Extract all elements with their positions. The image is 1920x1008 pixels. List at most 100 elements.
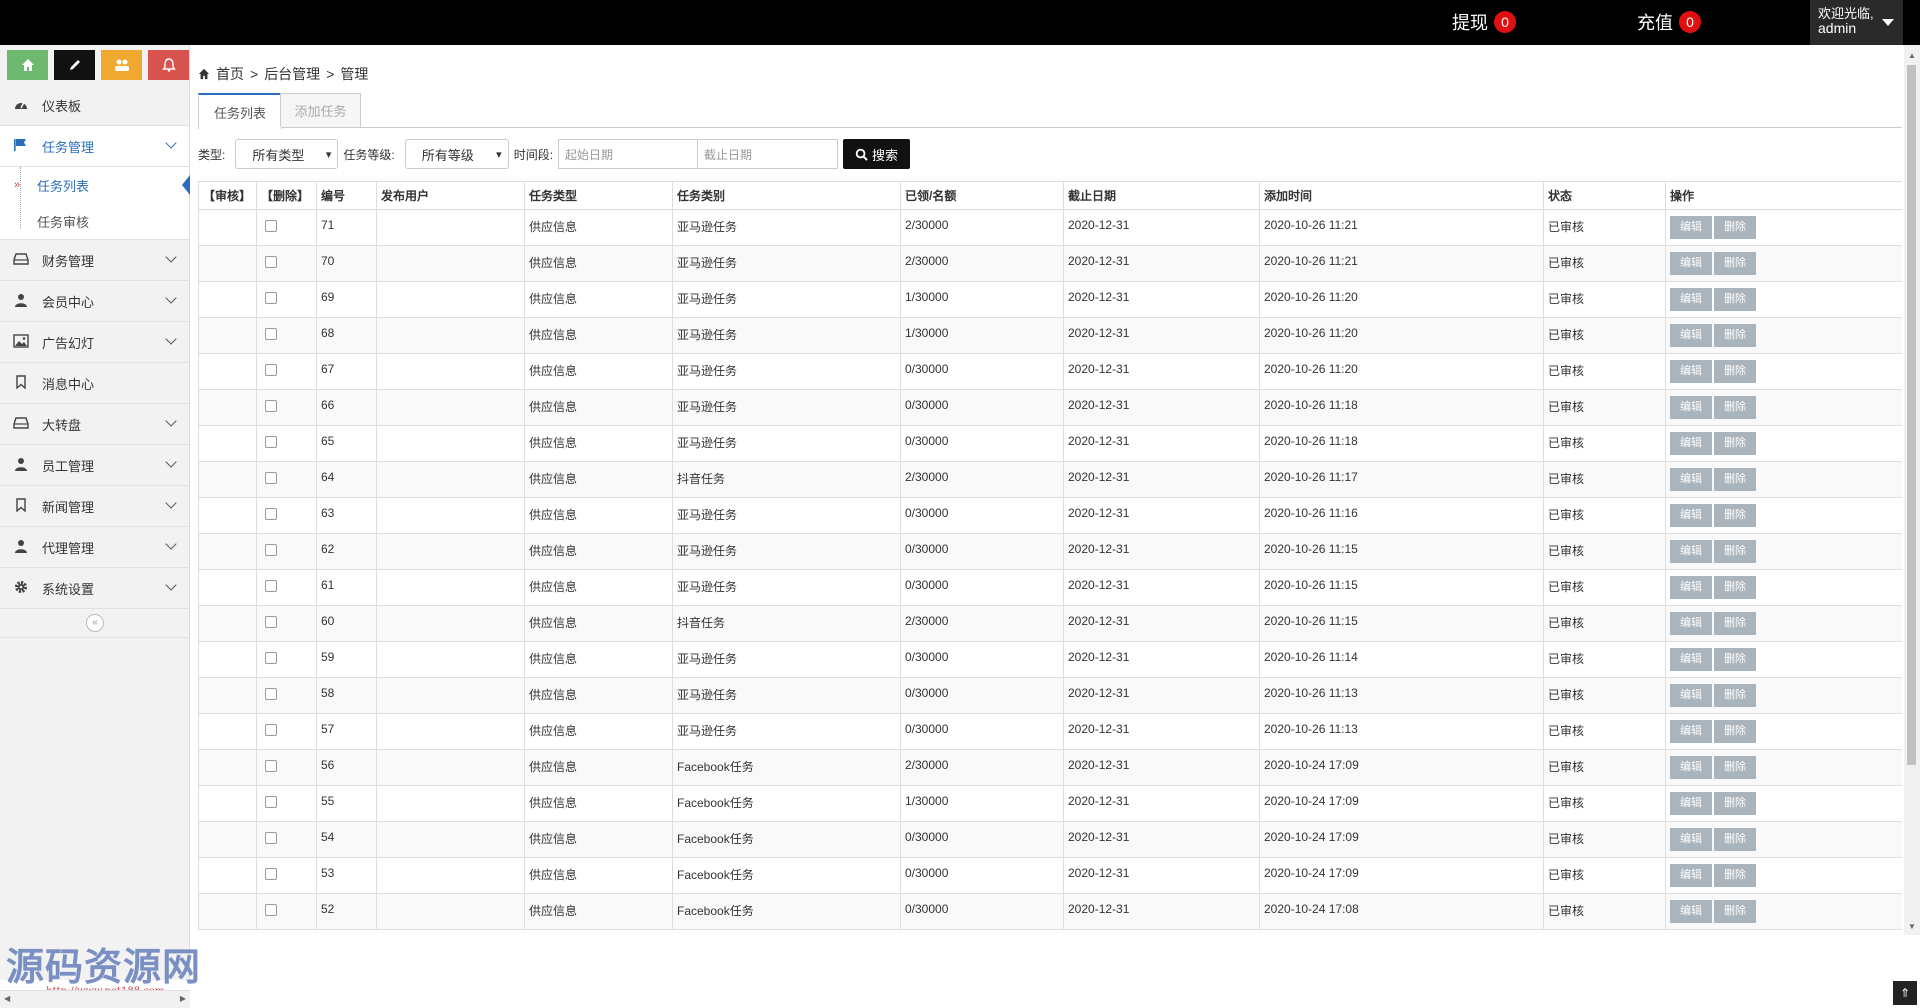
sidebar-item-agents[interactable]: 代理管理 xyxy=(0,527,189,568)
sidebar-item-task-management[interactable]: 任务管理 xyxy=(0,126,189,167)
table-cell: 已审核 xyxy=(1543,497,1666,534)
search-button[interactable]: 搜索 xyxy=(843,139,911,169)
group-icon[interactable] xyxy=(101,50,142,80)
delete-checkbox[interactable] xyxy=(265,760,277,772)
sidebar-item-finance[interactable]: 财务管理 xyxy=(0,240,189,281)
delete-button[interactable]: 删除 xyxy=(1714,396,1756,419)
edit-button[interactable]: 编辑 xyxy=(1670,540,1712,563)
home-icon[interactable] xyxy=(7,50,48,80)
delete-checkbox[interactable] xyxy=(265,832,277,844)
scroll-up-icon[interactable]: ▲ xyxy=(1908,51,1916,60)
delete-button[interactable]: 删除 xyxy=(1714,648,1756,671)
delete-checkbox[interactable] xyxy=(265,796,277,808)
delete-button[interactable]: 删除 xyxy=(1714,576,1756,599)
edit-button[interactable]: 编辑 xyxy=(1670,432,1712,455)
delete-checkbox[interactable] xyxy=(265,904,277,916)
edit-button[interactable]: 编辑 xyxy=(1670,252,1712,275)
delete-checkbox[interactable] xyxy=(265,364,277,376)
sidebar-item-members[interactable]: 会员中心 xyxy=(0,281,189,322)
delete-button[interactable]: 删除 xyxy=(1714,864,1756,887)
sidebar-item-dashboard[interactable]: 仪表板 xyxy=(0,85,189,126)
delete-checkbox[interactable] xyxy=(265,724,277,736)
end-date-input[interactable]: 截止日期 xyxy=(698,139,839,169)
bell-icon[interactable] xyxy=(148,50,189,80)
recharge-link[interactable]: 充值 0 xyxy=(1637,8,1701,36)
horizontal-scrollbar[interactable]: ◀ ▶ xyxy=(0,990,190,1008)
edit-button[interactable]: 编辑 xyxy=(1670,864,1712,887)
edit-button[interactable]: 编辑 xyxy=(1670,288,1712,311)
scrollbar-thumb[interactable] xyxy=(1907,65,1916,765)
edit-button[interactable]: 编辑 xyxy=(1670,612,1712,635)
scroll-left-icon[interactable]: ◀ xyxy=(4,994,10,1003)
pencil-icon[interactable] xyxy=(54,50,95,80)
edit-button[interactable]: 编辑 xyxy=(1670,792,1712,815)
delete-button[interactable]: 删除 xyxy=(1714,828,1756,851)
delete-button[interactable]: 删除 xyxy=(1714,468,1756,491)
delete-button[interactable]: 删除 xyxy=(1714,684,1756,707)
edit-button[interactable]: 编辑 xyxy=(1670,576,1712,599)
vertical-scrollbar[interactable]: ▲ ▼ xyxy=(1904,45,1920,935)
edit-button[interactable]: 编辑 xyxy=(1670,828,1712,851)
sidebar-item-settings[interactable]: 系统设置 xyxy=(0,568,189,609)
withdraw-link[interactable]: 提现 0 xyxy=(1452,8,1516,36)
delete-checkbox[interactable] xyxy=(265,328,277,340)
level-select[interactable]: 所有等级 xyxy=(404,139,509,169)
delete-checkbox[interactable] xyxy=(265,400,277,412)
breadcrumb-home[interactable]: 首页 xyxy=(216,64,244,84)
delete-checkbox[interactable] xyxy=(265,472,277,484)
delete-checkbox[interactable] xyxy=(265,292,277,304)
edit-button[interactable]: 编辑 xyxy=(1670,504,1712,527)
scroll-right-icon[interactable]: ▶ xyxy=(180,994,186,1003)
edit-button[interactable]: 编辑 xyxy=(1670,216,1712,239)
delete-checkbox[interactable] xyxy=(265,220,277,232)
delete-checkbox[interactable] xyxy=(265,544,277,556)
sidebar-item-ads[interactable]: 广告幻灯 xyxy=(0,322,189,363)
user-menu[interactable]: 欢迎光临, admin xyxy=(1810,0,1903,45)
delete-button[interactable]: 删除 xyxy=(1714,612,1756,635)
sidebar-subitem-task-list[interactable]: » 任务列表 xyxy=(0,167,190,203)
delete-button[interactable]: 删除 xyxy=(1714,216,1756,239)
delete-checkbox[interactable] xyxy=(265,580,277,592)
start-date-input[interactable]: 起始日期 xyxy=(558,139,699,169)
type-select[interactable]: 所有类型 xyxy=(235,139,339,169)
sidebar-item-staff[interactable]: 员工管理 xyxy=(0,445,189,486)
delete-button[interactable]: 删除 xyxy=(1714,756,1756,779)
sidebar-subitem-task-review[interactable]: 任务审核 xyxy=(0,203,189,239)
edit-button[interactable]: 编辑 xyxy=(1670,684,1712,707)
tab-task-list[interactable]: 任务列表 xyxy=(198,93,282,129)
delete-button[interactable]: 删除 xyxy=(1714,900,1756,923)
edit-button[interactable]: 编辑 xyxy=(1670,396,1712,419)
delete-checkbox[interactable] xyxy=(265,688,277,700)
scroll-down-icon[interactable]: ▼ xyxy=(1908,922,1916,931)
edit-button[interactable]: 编辑 xyxy=(1670,324,1712,347)
delete-button[interactable]: 删除 xyxy=(1714,324,1756,347)
collapse-sidebar-icon[interactable]: « xyxy=(86,614,104,632)
sidebar-item-messages[interactable]: 消息中心 xyxy=(0,363,189,404)
edit-button[interactable]: 编辑 xyxy=(1670,900,1712,923)
delete-checkbox[interactable] xyxy=(265,868,277,880)
delete-checkbox[interactable] xyxy=(265,436,277,448)
tab-add-task[interactable]: 添加任务 xyxy=(280,93,361,127)
delete-button[interactable]: 删除 xyxy=(1714,288,1756,311)
delete-checkbox[interactable] xyxy=(265,652,277,664)
delete-checkbox[interactable] xyxy=(265,616,277,628)
edit-button[interactable]: 编辑 xyxy=(1670,648,1712,671)
edit-button[interactable]: 编辑 xyxy=(1670,468,1712,491)
delete-button[interactable]: 删除 xyxy=(1714,360,1756,383)
edit-button[interactable]: 编辑 xyxy=(1670,756,1712,779)
delete-button[interactable]: 删除 xyxy=(1714,540,1756,563)
edit-button[interactable]: 编辑 xyxy=(1670,720,1712,743)
breadcrumb-level1[interactable]: 后台管理 xyxy=(264,64,320,84)
delete-button[interactable]: 删除 xyxy=(1714,504,1756,527)
delete-button[interactable]: 删除 xyxy=(1714,432,1756,455)
delete-button[interactable]: 删除 xyxy=(1714,720,1756,743)
delete-button[interactable]: 删除 xyxy=(1714,252,1756,275)
edit-button[interactable]: 编辑 xyxy=(1670,360,1712,383)
delete-checkbox[interactable] xyxy=(265,256,277,268)
sidebar-item-news[interactable]: 新闻管理 xyxy=(0,486,189,527)
delete-checkbox[interactable] xyxy=(265,508,277,520)
table-cell xyxy=(256,209,317,246)
sidebar-item-wheel[interactable]: 大转盘 xyxy=(0,404,189,445)
back-to-top-button[interactable]: ⇑ xyxy=(1893,981,1917,1005)
delete-button[interactable]: 删除 xyxy=(1714,792,1756,815)
